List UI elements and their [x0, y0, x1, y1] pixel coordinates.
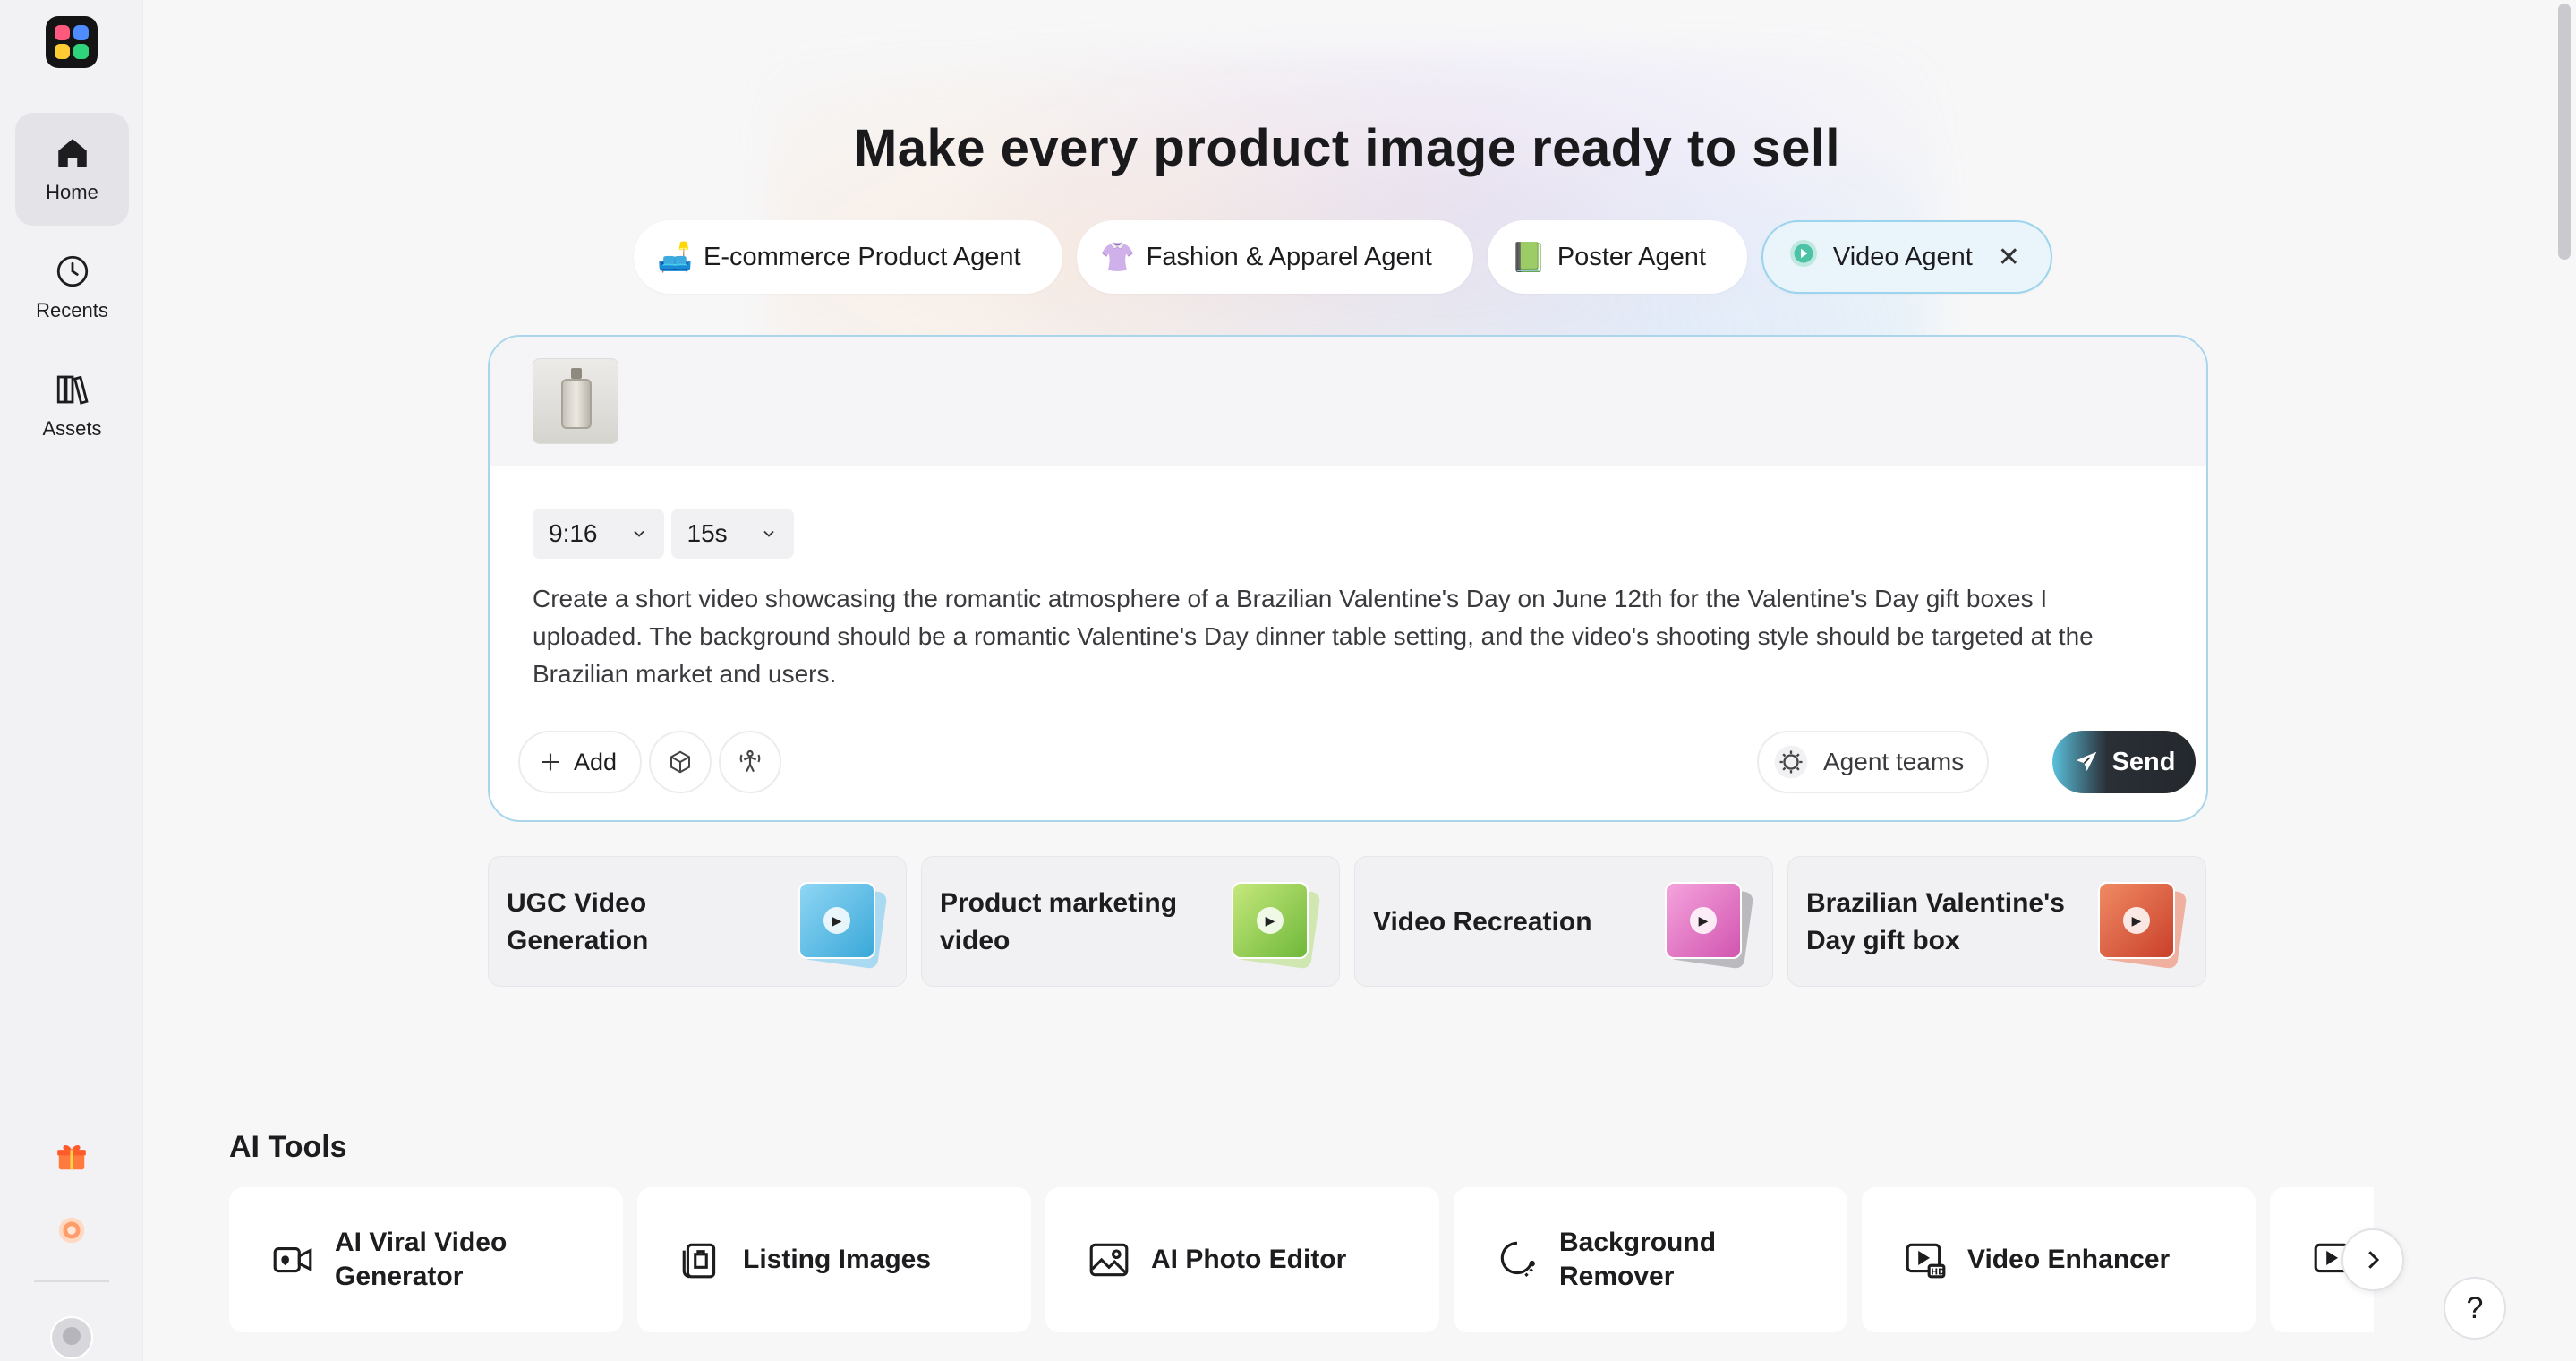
sidebar-item-label: Home [46, 181, 98, 203]
suggestion-label: UGC Video Generation [507, 888, 649, 955]
shirt-icon: 👚 [1099, 241, 1136, 273]
duration-select[interactable]: 15s [670, 509, 794, 559]
suggestion-thumbnail: ▶ [798, 882, 888, 970]
sidebar-divider [34, 1280, 109, 1282]
carousel-next-button[interactable] [2341, 1228, 2404, 1291]
chevron-down-icon [633, 530, 644, 537]
tool-ai-photo-editor[interactable]: AI Photo Editor [1045, 1187, 1439, 1332]
sidebar: Home Recents Assets [0, 0, 143, 1361]
tab-fashion-apparel-agent[interactable]: 👚 Fashion & Apparel Agent [1076, 220, 1473, 294]
listing-images-icon [682, 1243, 716, 1279]
suggestion-label: Video Recreation [1373, 907, 1592, 937]
tab-ecommerce-product-agent[interactable]: 🛋️ E-commerce Product Agent [634, 220, 1062, 294]
hd-video-icon: HD [1906, 1243, 1946, 1279]
help-button[interactable]: ? [2444, 1277, 2506, 1340]
suggestion-thumbnail: ▶ [1665, 882, 1754, 970]
tool-ai-viral-video-generator[interactable]: AI Viral Video Generator [229, 1187, 623, 1332]
sidebar-item-label: Assets [42, 417, 102, 440]
video-options: 9:16 15s [533, 509, 794, 559]
suggestion-cards: UGC Video Generation ▶ Product marketing… [488, 856, 2206, 987]
aspect-ratio-select[interactable]: 9:16 [533, 509, 664, 559]
prompt-actions: Add [518, 731, 782, 793]
uploaded-image-thumbnail[interactable] [533, 358, 618, 444]
chevron-down-icon [763, 530, 774, 537]
ai-tools-carousel: AI Viral Video Generator Listing Images … [229, 1187, 2374, 1332]
tool-label: Background Remover [1559, 1228, 1717, 1291]
suggestion-brazilian-valentines-gift-box[interactable]: Brazilian Valentine's Day gift box ▶ [1787, 856, 2206, 987]
library-icon [56, 375, 89, 405]
sofa-icon: 🛋️ [657, 241, 693, 273]
suggestion-thumbnail: ▶ [2098, 882, 2188, 970]
play-icon: ▶ [1257, 907, 1284, 934]
svg-text:HD: HD [1931, 1268, 1945, 1278]
tool-label: AI Viral Video Generator [335, 1228, 508, 1291]
suggestion-ugc-video-generation[interactable]: UGC Video Generation ▶ [488, 856, 907, 987]
model-button[interactable] [719, 731, 782, 793]
suggestion-label: Brazilian Valentine's Day gift box [1806, 888, 2065, 955]
prompt-card: 9:16 15s Create a short video showcasing… [488, 335, 2208, 822]
sidebar-item-assets[interactable]: Assets [15, 349, 129, 462]
prompt-input[interactable]: Create a short video showcasing the roma… [533, 580, 2162, 693]
avatar[interactable] [50, 1316, 93, 1359]
suggestion-video-recreation[interactable]: Video Recreation ▶ [1354, 856, 1773, 987]
suggestion-product-marketing-video[interactable]: Product marketing video ▶ [921, 856, 1340, 987]
video-camera-icon [273, 1246, 312, 1273]
photo-editor-icon [1089, 1243, 1129, 1277]
poster-icon: 📗 [1510, 241, 1547, 273]
tool-background-remover[interactable]: Background Remover [1454, 1187, 1847, 1332]
tool-label: Listing Images [743, 1245, 932, 1274]
add-button[interactable]: Add [518, 731, 643, 793]
product-button[interactable] [649, 731, 712, 793]
upload-strip [490, 337, 2206, 466]
tab-label: E-commerce Product Agent [704, 242, 1021, 271]
ai-tools-title: AI Tools [229, 1130, 347, 1164]
tool-video-enhancer[interactable]: HD Video Enhancer [1862, 1187, 2256, 1332]
tool-label: Video Enhancer [1967, 1245, 2171, 1274]
duration-value: 15s [687, 519, 728, 547]
play-icon: ▶ [823, 907, 850, 934]
sidebar-item-home[interactable]: Home [15, 113, 129, 226]
play-icon: ▶ [2123, 907, 2150, 934]
tab-label: Video Agent [1832, 242, 1973, 271]
close-icon[interactable]: ✕ [1998, 242, 2020, 273]
home-icon [57, 139, 87, 167]
agent-tabs: 🛋️ E-commerce Product Agent 👚 Fashion & … [634, 220, 2052, 294]
plus-icon [542, 753, 559, 771]
agent-teams-button[interactable]: Agent teams [1757, 731, 1990, 793]
aspect-ratio-value: 9:16 [549, 519, 598, 547]
page-title: Make every product image ready to sell [853, 119, 1841, 177]
credits-icon[interactable] [52, 1211, 91, 1250]
gift-icon[interactable] [52, 1137, 91, 1177]
cube-icon [670, 750, 691, 774]
background-remover-icon [1500, 1241, 1535, 1278]
send-label: Send [2111, 747, 2176, 776]
tab-video-agent[interactable]: Video Agent ✕ [1761, 220, 2052, 294]
add-label: Add [574, 748, 618, 775]
suggestion-label: Product marketing video [940, 888, 1178, 955]
tab-poster-agent[interactable]: 📗 Poster Agent [1487, 220, 1747, 294]
app-logo[interactable] [46, 16, 98, 68]
clock-icon [56, 255, 88, 287]
video-agent-icon [1787, 237, 1821, 277]
scrollbar-thumb[interactable] [2558, 4, 2571, 260]
tab-label: Fashion & Apparel Agent [1146, 242, 1432, 271]
gear-icon [1774, 745, 1808, 779]
tool-label: AI Photo Editor [1151, 1245, 1347, 1274]
chevron-right-icon [2368, 1251, 2380, 1269]
sidebar-item-recents[interactable]: Recents [15, 231, 129, 344]
main-content: Make every product image ready to sell 🛋… [143, 0, 2551, 1361]
send-icon [2076, 751, 2096, 771]
play-icon: ▶ [1690, 907, 1717, 934]
send-button[interactable]: Send [2052, 731, 2196, 793]
tab-label: Poster Agent [1557, 242, 1706, 271]
suggestion-thumbnail: ▶ [1232, 882, 1321, 970]
person-pose-icon [739, 749, 761, 773]
sidebar-item-label: Recents [36, 299, 108, 321]
tool-listing-images[interactable]: Listing Images [637, 1187, 1031, 1332]
agent-teams-label: Agent teams [1823, 748, 1965, 775]
